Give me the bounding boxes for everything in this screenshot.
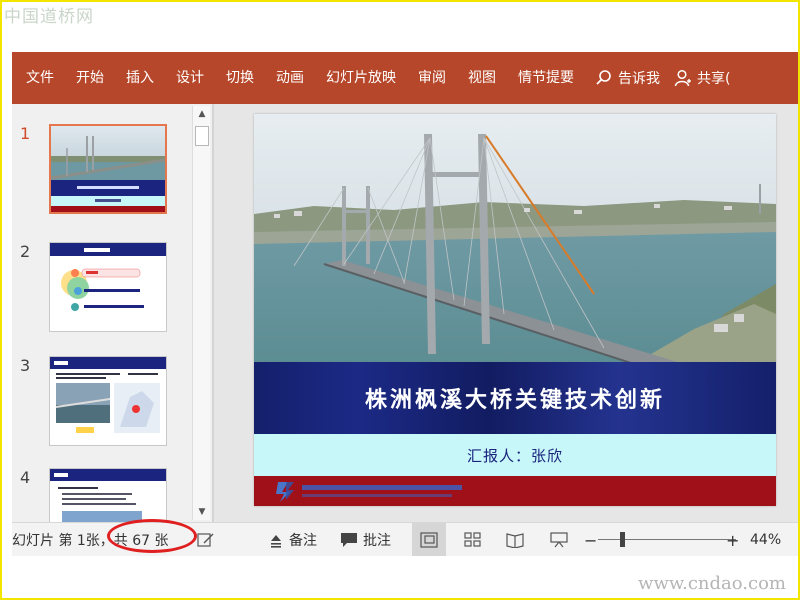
- slide-reporter[interactable]: 汇报人：张欣: [467, 445, 563, 466]
- normal-view-button[interactable]: [412, 523, 446, 556]
- thumbnail-row[interactable]: 3: [12, 356, 192, 456]
- slideshow-button[interactable]: [542, 523, 576, 556]
- notes-toggle-icon-wrap[interactable]: [196, 523, 221, 556]
- notes-label: 备注: [289, 533, 317, 549]
- thumbnail-bridge-image: [51, 126, 165, 212]
- footer-band: [254, 476, 776, 506]
- scroll-thumb[interactable]: [195, 126, 209, 146]
- reading-view-button[interactable]: [498, 523, 532, 556]
- company-logo: [276, 482, 462, 502]
- reporter-band: 汇报人：张欣: [254, 434, 776, 476]
- reading-view-icon: [506, 533, 524, 548]
- search-icon: [596, 70, 611, 85]
- zoom-slider-knob[interactable]: [620, 532, 625, 547]
- thumbnail-slide-1[interactable]: [49, 124, 167, 214]
- normal-view-icon: [420, 532, 438, 548]
- tab-view[interactable]: 视图: [457, 52, 507, 104]
- scroll-down-arrow-icon[interactable]: ▼: [193, 504, 211, 520]
- bridge-photo: [254, 114, 776, 364]
- watermark-bottom: www.cndao.com: [638, 573, 786, 594]
- watermark-top: 中国道桥网: [4, 7, 94, 27]
- thumbnail-row[interactable]: 2: [12, 242, 192, 342]
- zoom-in-button[interactable]: +: [726, 523, 739, 556]
- tab-storyboarding[interactable]: 情节提要: [507, 52, 585, 104]
- person-icon: [674, 69, 691, 87]
- scroll-up-arrow-icon[interactable]: ▲: [193, 106, 211, 122]
- slide-title[interactable]: 株洲枫溪大桥关键技术创新: [365, 382, 665, 414]
- zoom-slider-track[interactable]: [598, 539, 736, 540]
- tab-animations[interactable]: 动画: [265, 52, 315, 104]
- thumbnail-row[interactable]: 1: [12, 124, 192, 224]
- highlight-oval: [107, 519, 197, 553]
- zoom-percent[interactable]: 44%: [750, 523, 781, 556]
- edit-note-icon: [197, 533, 214, 547]
- thumbnail-number: 3: [20, 356, 31, 375]
- powerpoint-window: 文件 开始 插入 设计 切换 动画 幻灯片放映 审阅 视图 情节提要 告诉我 共…: [12, 26, 800, 556]
- notes-icon: [271, 535, 281, 548]
- slide-sorter-button[interactable]: [456, 523, 490, 556]
- slide-sorter-icon: [464, 532, 481, 547]
- notes-button[interactable]: 备注: [268, 523, 317, 556]
- thumbnail-map-image: [50, 357, 166, 433]
- thumbnail-slide-2[interactable]: [49, 242, 167, 332]
- slide-canvas[interactable]: 株洲枫溪大桥关键技术创新 汇报人：张欣: [254, 114, 776, 506]
- tab-review[interactable]: 审阅: [407, 52, 457, 104]
- comments-label: 批注: [363, 533, 391, 549]
- thumbnail-agenda-image: [50, 243, 166, 311]
- pane-divider[interactable]: [212, 104, 214, 522]
- tell-me-box[interactable]: 告诉我: [585, 68, 660, 88]
- slide-thumbnails-pane: 1 2 3 4: [12, 104, 212, 528]
- tab-home[interactable]: 开始: [65, 52, 115, 104]
- thumbnail-number: 1: [20, 124, 31, 143]
- thumbnail-number: 2: [20, 242, 31, 261]
- ribbon-tabs: 文件 开始 插入 设计 切换 动画 幻灯片放映 审阅 视图 情节提要 告诉我 共…: [12, 52, 800, 104]
- tab-file[interactable]: 文件: [12, 52, 65, 104]
- thumbnail-slide-3[interactable]: [49, 356, 167, 446]
- thumbnail-number: 4: [20, 468, 31, 487]
- tab-transitions[interactable]: 切换: [215, 52, 265, 104]
- share-button[interactable]: 共享(: [674, 68, 730, 88]
- tab-slideshow[interactable]: 幻灯片放映: [315, 52, 407, 104]
- tab-insert[interactable]: 插入: [115, 52, 165, 104]
- zoom-out-button[interactable]: −: [584, 523, 597, 556]
- comment-icon: [341, 533, 357, 547]
- slideshow-icon: [550, 532, 568, 548]
- title-band: 株洲枫溪大桥关键技术创新: [254, 362, 776, 434]
- tell-me-label: 告诉我: [618, 71, 660, 87]
- share-label: 共享(: [697, 71, 731, 87]
- tab-design[interactable]: 设计: [165, 52, 215, 104]
- thumbnail-scrollbar[interactable]: ▲ ▼: [192, 106, 210, 520]
- comments-button[interactable]: 批注: [340, 523, 391, 556]
- title-bar: [12, 26, 800, 54]
